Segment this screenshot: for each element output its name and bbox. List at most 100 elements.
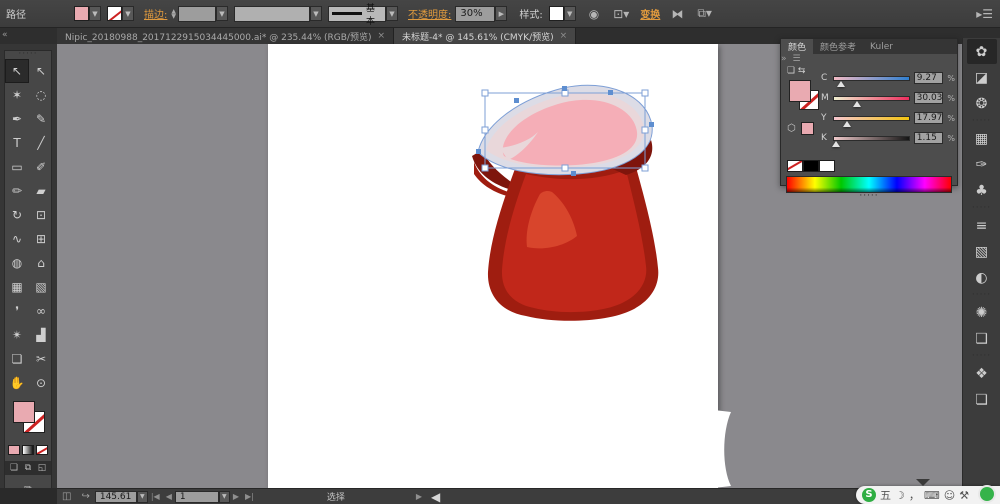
dock-panel-button[interactable]: ▦: [967, 126, 997, 151]
dock-panel-button[interactable]: ◐: [967, 265, 997, 290]
panel-expand-icon[interactable]: »: [781, 54, 787, 64]
tool-button[interactable]: ⊙: [29, 371, 53, 395]
tool-button[interactable]: T: [5, 131, 29, 155]
draw-behind-icon[interactable]: ⧉: [22, 463, 35, 473]
opacity-label-link[interactable]: 不透明度:: [408, 6, 451, 21]
document-tab[interactable]: Nipic_20180988_2017122915034445000.ai* @…: [57, 28, 394, 44]
tray-icon[interactable]: ⌨: [924, 490, 940, 501]
tool-button[interactable]: ↖: [5, 59, 29, 83]
export-icon[interactable]: ↪: [81, 491, 89, 502]
web-safe-swatch[interactable]: [801, 122, 814, 135]
tool-button[interactable]: ▟: [29, 323, 53, 347]
dock-panel-button[interactable]: ✑: [967, 152, 997, 177]
style-swatch[interactable]: [549, 6, 564, 21]
channel-slider[interactable]: [833, 136, 910, 141]
tool-button[interactable]: ❏: [5, 347, 29, 371]
transform-link[interactable]: 变换: [640, 6, 660, 21]
color-panel-tab[interactable]: 颜色参考: [813, 39, 863, 54]
dock-panel-button[interactable]: ❏: [967, 387, 997, 412]
tool-button[interactable]: ⊞: [29, 227, 53, 251]
tool-button[interactable]: ◌: [29, 83, 53, 107]
tray-icon[interactable]: ☺: [944, 490, 955, 501]
stroke-weight-field[interactable]: [178, 6, 216, 22]
tool-button[interactable]: ∿: [5, 227, 29, 251]
stroke-weight-dropdown[interactable]: ▼: [216, 6, 228, 21]
none-swatch[interactable]: [787, 160, 803, 172]
toolbox-collapse-icon[interactable]: «: [2, 30, 8, 40]
slider-thumb[interactable]: [853, 101, 861, 107]
profile-dropdown[interactable]: ▼: [310, 6, 322, 21]
brush-dropdown[interactable]: ▼: [386, 6, 398, 21]
channel-value-field[interactable]: 1.15: [914, 132, 944, 144]
tool-button[interactable]: ╱: [29, 131, 53, 155]
tool-button[interactable]: ✎: [29, 107, 53, 131]
panel-fill-proxy[interactable]: [789, 80, 811, 102]
variable-width-profile[interactable]: [234, 6, 310, 22]
scroll-right-icon[interactable]: ▶: [416, 492, 422, 501]
web-safe-warning-icon[interactable]: ⬡: [787, 123, 796, 134]
tool-button[interactable]: ✒: [5, 107, 29, 131]
artboard-number-field[interactable]: 1: [175, 491, 219, 503]
stroke-weight-stepper[interactable]: ▲▼: [171, 9, 176, 19]
dock-panel-button[interactable]: ·····: [967, 291, 997, 299]
channel-value-field[interactable]: 17.97: [914, 112, 944, 124]
last-artboard-icon[interactable]: ▶|: [245, 492, 254, 501]
draw-normal-icon[interactable]: ❏: [8, 463, 21, 473]
dock-panel-button[interactable]: ·····: [967, 204, 997, 212]
dock-panel-button[interactable]: ▧: [967, 239, 997, 264]
align-icon[interactable]: ⧓: [671, 7, 683, 21]
document-tab[interactable]: 未标题-4* @ 145.61% (CMYK/预览) ×: [394, 28, 576, 44]
brush-definition[interactable]: 基本: [328, 6, 386, 22]
proxy-mini-icons[interactable]: ❏ ⇆: [787, 66, 805, 76]
tool-button[interactable]: ⊡: [29, 203, 53, 227]
pathfinder-icon[interactable]: ⧉▾: [697, 6, 712, 21]
tool-button[interactable]: ✂: [29, 347, 53, 371]
panel-menu-icon[interactable]: ▸☰: [976, 7, 993, 21]
panel-menu-icon[interactable]: ☰: [793, 54, 801, 64]
dock-panel-button[interactable]: ·····: [967, 352, 997, 360]
color-spectrum-bar[interactable]: [786, 176, 952, 193]
color-panel-tab[interactable]: Kuler: [863, 39, 900, 54]
dock-panel-button[interactable]: ✺: [967, 300, 997, 325]
tray-badge[interactable]: [978, 485, 996, 503]
color-panel-tab[interactable]: 颜色: [781, 39, 813, 54]
panel-resize-grip[interactable]: ·····: [781, 193, 957, 201]
tab-close-icon[interactable]: ×: [377, 31, 385, 41]
tool-button[interactable]: ✏: [5, 179, 29, 203]
prev-artboard-icon[interactable]: ◀: [166, 492, 172, 501]
dock-panel-button[interactable]: ◪: [967, 65, 997, 90]
dock-panel-button[interactable]: ≡: [967, 213, 997, 238]
tool-button[interactable]: ✋: [5, 371, 29, 395]
screen-preview-icon[interactable]: ◫: [62, 491, 71, 502]
dock-panel-button[interactable]: ❑: [967, 326, 997, 351]
tab-close-icon[interactable]: ×: [560, 31, 568, 41]
tray-icon[interactable]: ☽: [895, 490, 905, 501]
style-dropdown[interactable]: ▼: [564, 6, 576, 21]
stroke-color-dropdown[interactable]: ▼: [122, 6, 134, 21]
jug-artwork[interactable]: [268, 44, 718, 488]
stroke-label-link[interactable]: 描边:: [144, 6, 167, 21]
recolor-artwork-icon[interactable]: ◉: [589, 7, 599, 21]
tool-button[interactable]: ❜: [5, 299, 29, 323]
dock-panel-button[interactable]: ·····: [967, 117, 997, 125]
tool-button[interactable]: ▰: [29, 179, 53, 203]
channel-slider[interactable]: [833, 76, 910, 81]
scroll-left-icon[interactable]: ◀: [431, 490, 440, 504]
first-artboard-icon[interactable]: |◀: [151, 492, 160, 501]
channel-value-field[interactable]: 30.03: [914, 92, 944, 104]
fill-stroke-proxy[interactable]: [5, 399, 51, 441]
select-similar-icon[interactable]: ⊡▾: [613, 7, 629, 21]
tool-button[interactable]: ▦: [5, 275, 29, 299]
tray-icon[interactable]: 五: [880, 490, 891, 501]
dock-panel-button[interactable]: ❂: [967, 91, 997, 116]
tray-icon[interactable]: ⚒: [959, 490, 969, 501]
tool-button[interactable]: ✴: [5, 323, 29, 347]
black-swatch[interactable]: [803, 160, 819, 172]
fill-color-swatch[interactable]: [74, 6, 89, 21]
fill-color-dropdown[interactable]: ▼: [89, 6, 101, 21]
tool-button[interactable]: ▭: [5, 155, 29, 179]
channel-value-field[interactable]: 9.27: [914, 72, 944, 84]
gradient-button[interactable]: [22, 445, 34, 455]
draw-inside-icon[interactable]: ◱: [36, 463, 49, 473]
opacity-dropdown[interactable]: ▶: [495, 6, 507, 21]
